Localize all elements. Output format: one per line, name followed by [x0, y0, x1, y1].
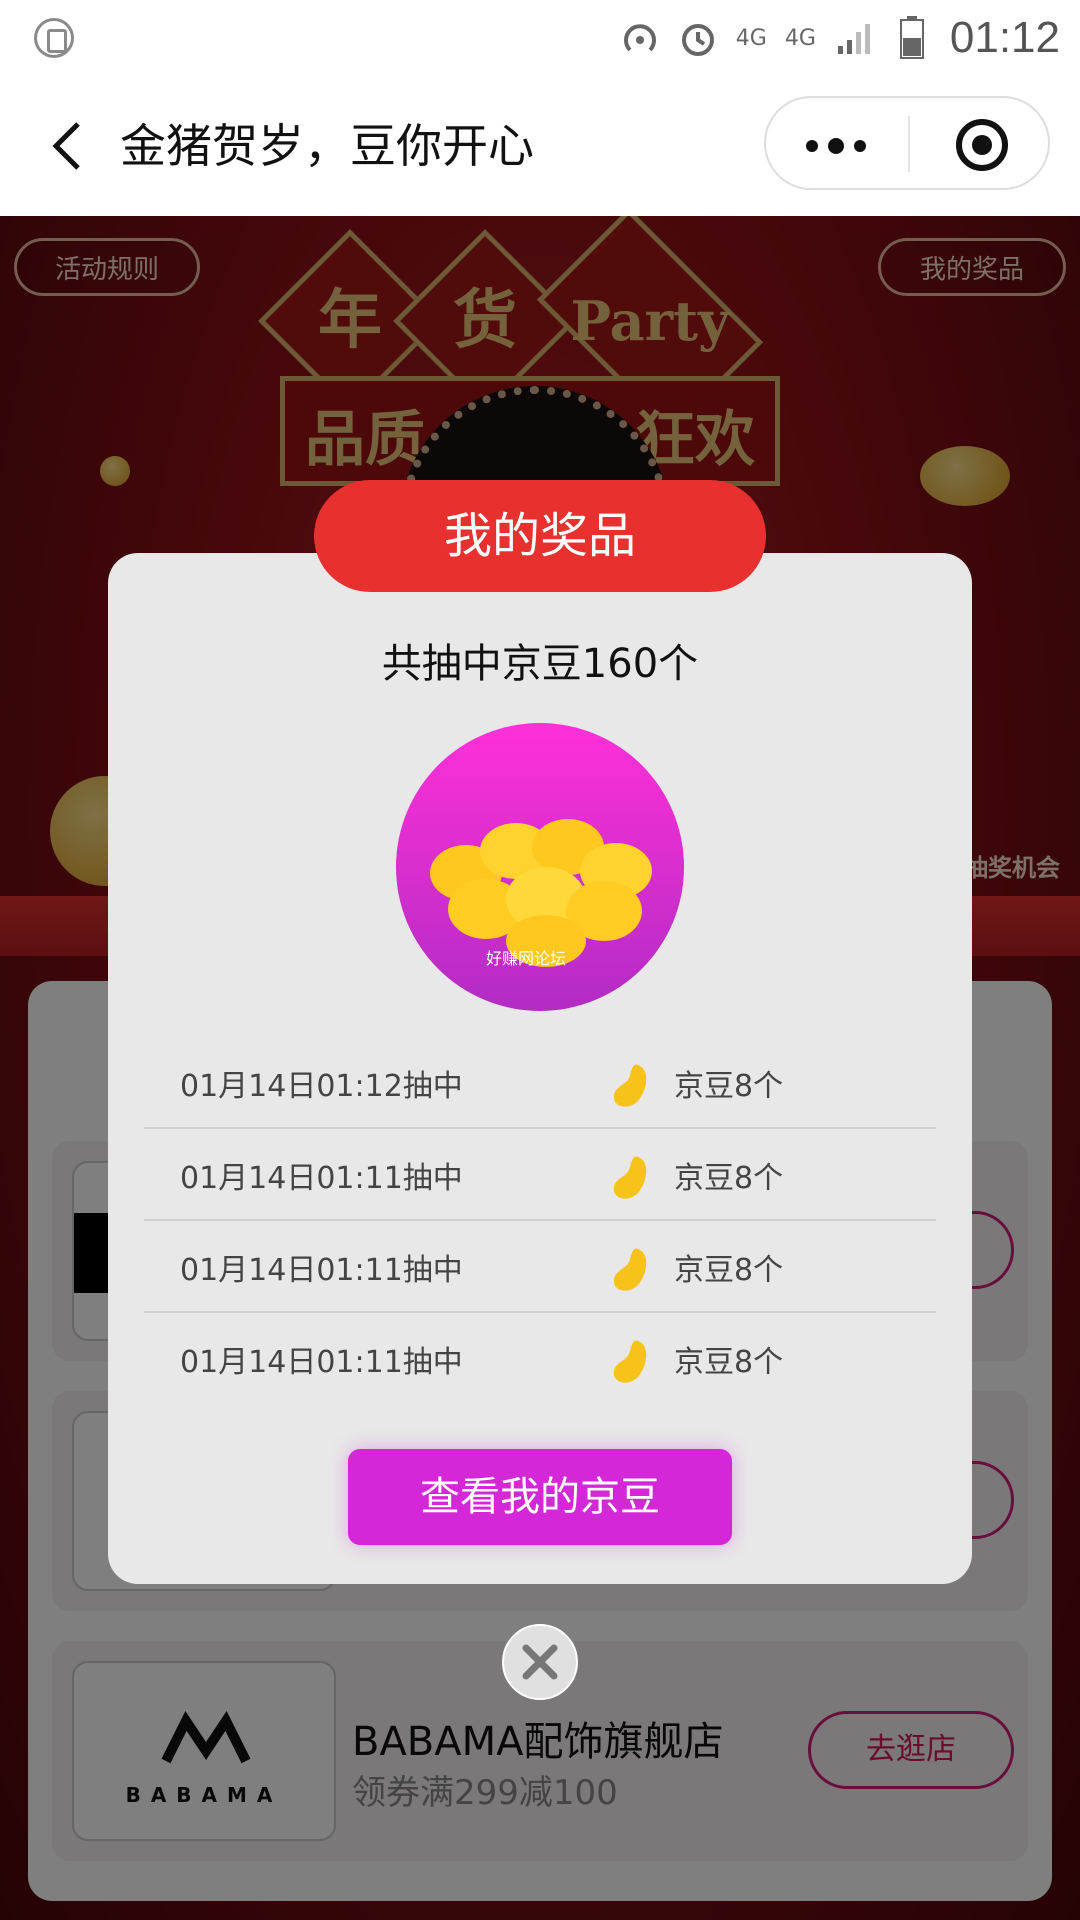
close-icon: [522, 1644, 558, 1680]
chevron-left-icon: [52, 122, 80, 170]
prize-time: 01月14日01:11抽中: [180, 1345, 463, 1380]
more-button[interactable]: [806, 126, 866, 166]
bean-icon: [613, 1064, 647, 1107]
prize-record: 01月14日01:11抽中 京豆8个: [144, 1127, 936, 1221]
watermark: 好赚网论坛: [486, 949, 567, 968]
prize-record: 01月14日01:11抽中 京豆8个: [144, 1311, 936, 1403]
bean-illustration: 好赚网论坛: [396, 723, 684, 1011]
prize-value: 京豆8个: [674, 1161, 784, 1196]
bean-icon: [613, 1340, 647, 1383]
prize-record: 01月14日01:12抽中 京豆8个: [144, 1035, 936, 1129]
close-miniprogram-button[interactable]: [956, 119, 1008, 171]
prize-time: 01月14日01:11抽中: [180, 1253, 463, 1288]
status-icons: 4G 4G 01:12: [620, 8, 1060, 68]
prize-value: 京豆8个: [674, 1253, 784, 1288]
bean-icon: [613, 1248, 647, 1291]
bean-icon: [613, 1156, 647, 1199]
clock-time: 01:12: [949, 13, 1060, 62]
page-title: 金猪贺岁，豆你开心: [120, 119, 534, 173]
view-my-beans-button[interactable]: 查看我的京豆: [348, 1449, 732, 1545]
prize-value: 京豆8个: [674, 1345, 784, 1380]
battery-icon: [892, 16, 932, 59]
capsule-divider: [908, 116, 910, 172]
prize-value: 京豆8个: [674, 1069, 784, 1104]
modal-title: 我的奖品: [314, 480, 766, 592]
back-button[interactable]: [40, 116, 100, 176]
hotspot-icon: [620, 18, 660, 58]
prize-summary: 共抽中京豆160个: [381, 641, 699, 687]
prize-record: 01月14日01:11抽中 京豆8个: [144, 1219, 936, 1313]
miniprogram-capsule: [764, 96, 1050, 190]
network-type: 4G: [784, 25, 816, 51]
prizes-modal: 共抽中京豆160个 好赚网论坛 01月14日01:12抽中 京豆8个 01月14…: [108, 553, 972, 1584]
network-type-top: 4G: [735, 25, 767, 51]
nav-bar: 金猪贺岁，豆你开心: [0, 76, 1080, 216]
clipboard-icon: [34, 18, 74, 58]
status-bar: 4G 4G 01:12: [0, 0, 1080, 76]
alarm-icon: [678, 18, 718, 58]
prize-time: 01月14日01:12抽中: [180, 1069, 463, 1104]
signal-icon: [834, 18, 874, 58]
more-icon: [806, 140, 818, 152]
close-modal-button[interactable]: [502, 1624, 578, 1700]
prize-time: 01月14日01:11抽中: [180, 1161, 463, 1196]
